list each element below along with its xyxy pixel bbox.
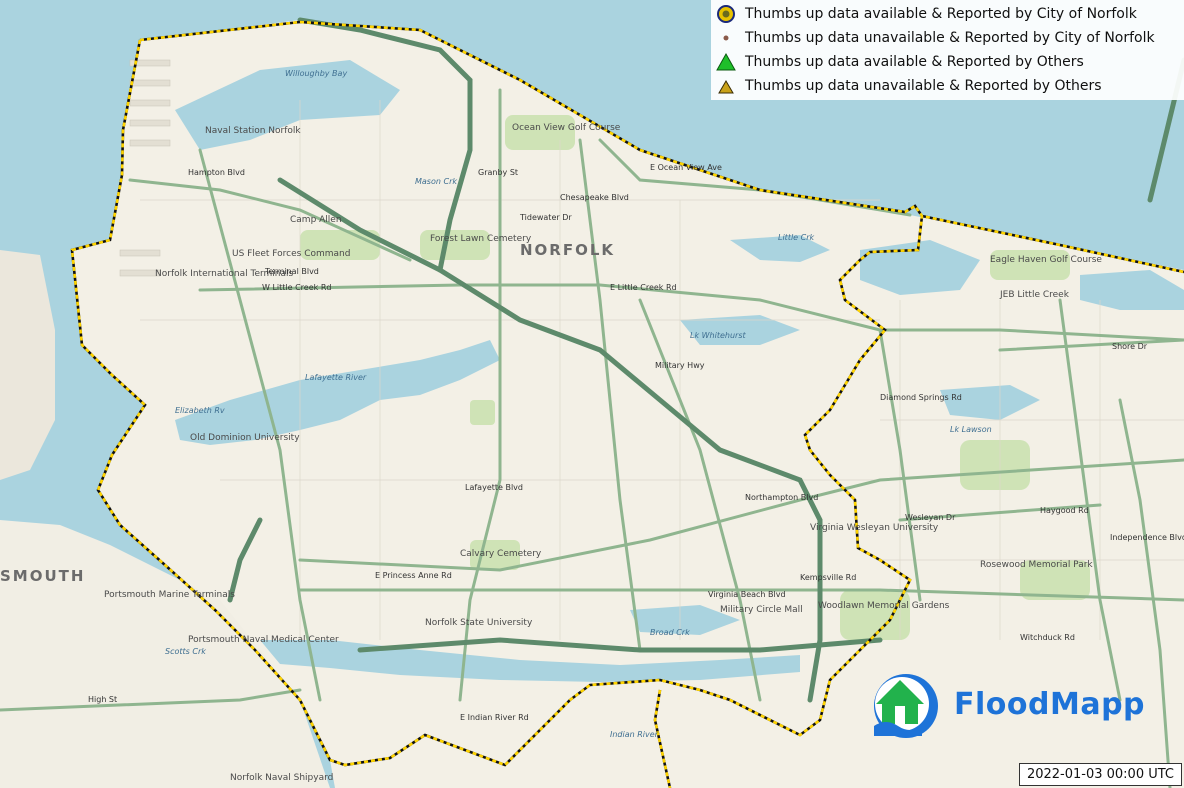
water-label: Lk Whitehurst [690, 331, 746, 340]
road-label: E Little Creek Rd [610, 283, 677, 292]
road-label: E Princess Anne Rd [375, 571, 452, 580]
water-label: Lafayette River [305, 373, 367, 382]
logo-wordmark: FloodMapp [954, 686, 1146, 722]
road-label: High St [88, 695, 117, 704]
road-label: Witchduck Rd [1020, 633, 1075, 642]
legend-label: Thumbs up data available & Reported by O… [745, 54, 1084, 70]
cypress-point-club [960, 440, 1030, 490]
timestamp-label: 2022-01-03 00:00 UTC [1018, 763, 1182, 786]
water-label: Elizabeth Rv [175, 406, 225, 415]
map-legend: Thumbs up data available & Reported by C… [711, 0, 1184, 100]
legend-item: Thumbs up data available & Reported by O… [715, 50, 1180, 74]
pier [119, 249, 161, 257]
water-label: Scotts Crk [165, 647, 206, 656]
place-label: Forest Lawn Cemetery [430, 234, 532, 244]
woodlawn-gardens [840, 590, 910, 640]
dot-brown-icon [715, 27, 737, 49]
place-label: Norfolk Naval Shipyard [230, 773, 333, 783]
house-wave-icon [874, 674, 938, 738]
road-label: Military Hwy [655, 361, 705, 370]
road-label: Shore Dr [1112, 342, 1148, 351]
road-label: Virginia Beach Blvd [708, 590, 786, 599]
pier [119, 269, 161, 277]
water-label: Lk Lawson [950, 425, 992, 434]
place-label: Portsmouth Naval Medical Center [188, 635, 339, 645]
road-label: Tidewater Dr [519, 213, 572, 222]
place-label: Camp Allen [290, 215, 342, 225]
water-label: Indian River [610, 730, 659, 739]
city-label: NORFOLK [520, 241, 615, 259]
place-label: Calvary Cemetery [460, 549, 542, 559]
pier [129, 99, 171, 107]
small-park [470, 400, 495, 425]
road-label: Chesapeake Blvd [560, 193, 629, 202]
road-label: Haygood Rd [1040, 506, 1089, 515]
road-label: Wesleyan Dr [905, 513, 956, 522]
road-label: Independence Blvd [1110, 533, 1184, 542]
place-label: Portsmouth Marine Terminals [104, 590, 235, 600]
place-label: US Fleet Forces Command [232, 249, 350, 259]
water-label: Little Crk [778, 233, 815, 242]
place-label: Woodlawn Memorial Gardens [818, 601, 950, 611]
road-label: Kempsville Rd [800, 573, 856, 582]
road-label: E Indian River Rd [460, 713, 529, 722]
place-label: Norfolk State University [425, 618, 533, 628]
place-label: Naval Station Norfolk [205, 126, 301, 136]
place-label: JEB Little Creek [999, 290, 1070, 300]
triangle-olive-icon [715, 75, 737, 97]
road-label: Northampton Blvd [745, 493, 818, 502]
floodmapp-logo: FloodMapp [866, 664, 1176, 744]
place-label: Virginia Wesleyan University [810, 523, 939, 533]
circle-yellow-icon [715, 3, 737, 25]
legend-label: Thumbs up data available & Reported by C… [745, 6, 1137, 22]
road-label: Granby St [478, 168, 518, 177]
legend-item: Thumbs up data available & Reported by C… [715, 2, 1180, 26]
road-label: E Ocean View Ave [650, 163, 722, 172]
place-label: Military Circle Mall [720, 605, 803, 615]
pier [129, 139, 171, 147]
pier [129, 119, 171, 127]
road-label: W Little Creek Rd [262, 283, 331, 292]
water-label: Broad Crk [650, 628, 690, 637]
legend-label: Thumbs up data unavailable & Reported by… [745, 78, 1102, 94]
legend-label: Thumbs up data unavailable & Reported by… [745, 30, 1155, 46]
legend-item: Thumbs up data unavailable & Reported by… [715, 74, 1180, 98]
pier [129, 79, 171, 87]
road-label: Diamond Springs Rd [880, 393, 962, 402]
city-label-partial: SMOUTH [0, 567, 85, 585]
water-label: Willoughby Bay [285, 69, 347, 78]
legend-item: Thumbs up data unavailable & Reported by… [715, 26, 1180, 50]
road-label: Hampton Blvd [188, 168, 245, 177]
place-label: Eagle Haven Golf Course [990, 255, 1102, 265]
place-label: Rosewood Memorial Park [980, 560, 1093, 570]
place-label: Old Dominion University [190, 433, 300, 443]
road-label: Terminal Blvd [264, 267, 319, 276]
triangle-green-icon [715, 51, 737, 73]
water-label: Mason Crk [415, 177, 457, 186]
place-label: Ocean View Golf Course [512, 123, 621, 133]
road-label: Lafayette Blvd [465, 483, 523, 492]
